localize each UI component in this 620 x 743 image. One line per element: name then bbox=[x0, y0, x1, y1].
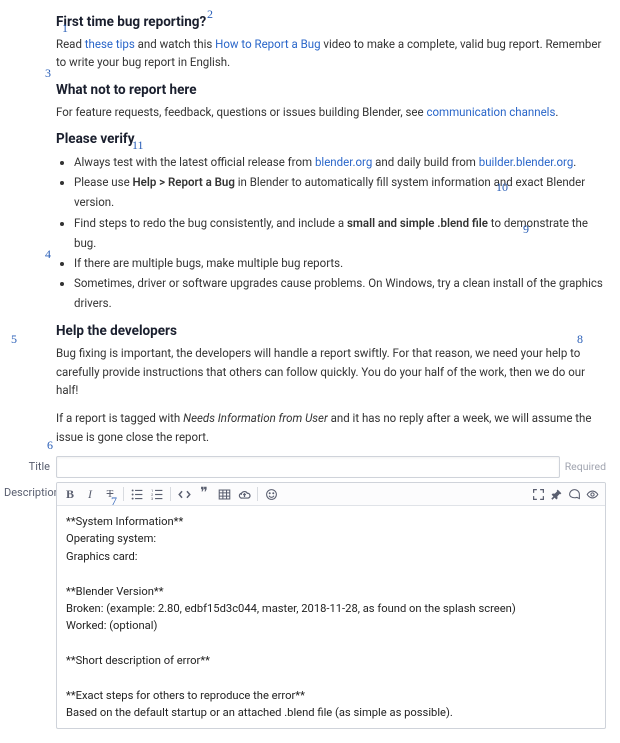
link-how-to-report[interactable]: How to Report a Bug bbox=[215, 37, 320, 51]
title-row: Title Required bbox=[56, 456, 606, 478]
text: Always test with the latest official rel… bbox=[74, 155, 315, 169]
list-item: Please use Help > Report a Bug in Blende… bbox=[74, 172, 606, 212]
title-label: Title bbox=[4, 456, 50, 473]
link-builder-blender-org[interactable]: builder.blender.org bbox=[479, 155, 574, 169]
description-label: Description bbox=[4, 482, 50, 499]
link-these-tips[interactable]: these tips bbox=[85, 37, 135, 51]
heading-first-time: First time bug reporting? bbox=[56, 14, 606, 30]
description-editor: B I T 123 ❞ bbox=[56, 482, 606, 729]
italic-text: Needs Information from User bbox=[183, 411, 328, 425]
heading-what-not: What not to report here bbox=[56, 82, 606, 98]
verify-list: Always test with the latest official rel… bbox=[56, 152, 606, 313]
list-item: Always test with the latest official rel… bbox=[74, 152, 606, 172]
description-textarea[interactable]: **System Information** Operating system:… bbox=[57, 506, 605, 728]
link-communication-channels[interactable]: communication channels bbox=[426, 105, 555, 119]
text: For feature requests, feedback, question… bbox=[56, 105, 426, 119]
text: and watch this bbox=[135, 37, 215, 51]
bold-text: small and simple .blend file bbox=[347, 216, 488, 230]
text: Find steps to redo the bug consistently,… bbox=[74, 216, 347, 230]
text: Please use bbox=[74, 175, 133, 189]
bug-report-page: First time bug reporting? Read these tip… bbox=[0, 0, 620, 743]
first-time-paragraph: Read these tips and watch this How to Re… bbox=[56, 35, 606, 72]
text: . bbox=[555, 105, 558, 119]
text: . bbox=[573, 155, 576, 169]
heading-please-verify: Please verify bbox=[56, 131, 606, 147]
list-item: Sometimes, driver or software upgrades c… bbox=[74, 273, 606, 313]
what-not-paragraph: For feature requests, feedback, question… bbox=[56, 103, 606, 121]
required-label: Required bbox=[565, 456, 606, 473]
separator bbox=[257, 487, 258, 501]
bold-text: Help > Report a Bug bbox=[133, 175, 235, 189]
text: and daily build from bbox=[372, 155, 478, 169]
list-item: If there are multiple bugs, make multipl… bbox=[74, 253, 606, 273]
separator bbox=[123, 487, 124, 501]
editor-toolbar: B I T 123 ❞ bbox=[57, 483, 605, 506]
help-paragraph-1: Bug fixing is important, the developers … bbox=[56, 344, 606, 399]
list-item: Find steps to redo the bug consistently,… bbox=[74, 213, 606, 253]
text: Read bbox=[56, 37, 85, 51]
link-blender-org[interactable]: blender.org bbox=[315, 155, 372, 169]
text: If a report is tagged with bbox=[56, 411, 183, 425]
separator bbox=[170, 487, 171, 501]
help-paragraph-2: If a report is tagged with Needs Informa… bbox=[56, 409, 606, 446]
description-row: Description B I T 123 ❞ bbox=[56, 482, 606, 729]
heading-help-devs: Help the developers bbox=[56, 323, 606, 339]
title-input[interactable] bbox=[56, 456, 560, 478]
